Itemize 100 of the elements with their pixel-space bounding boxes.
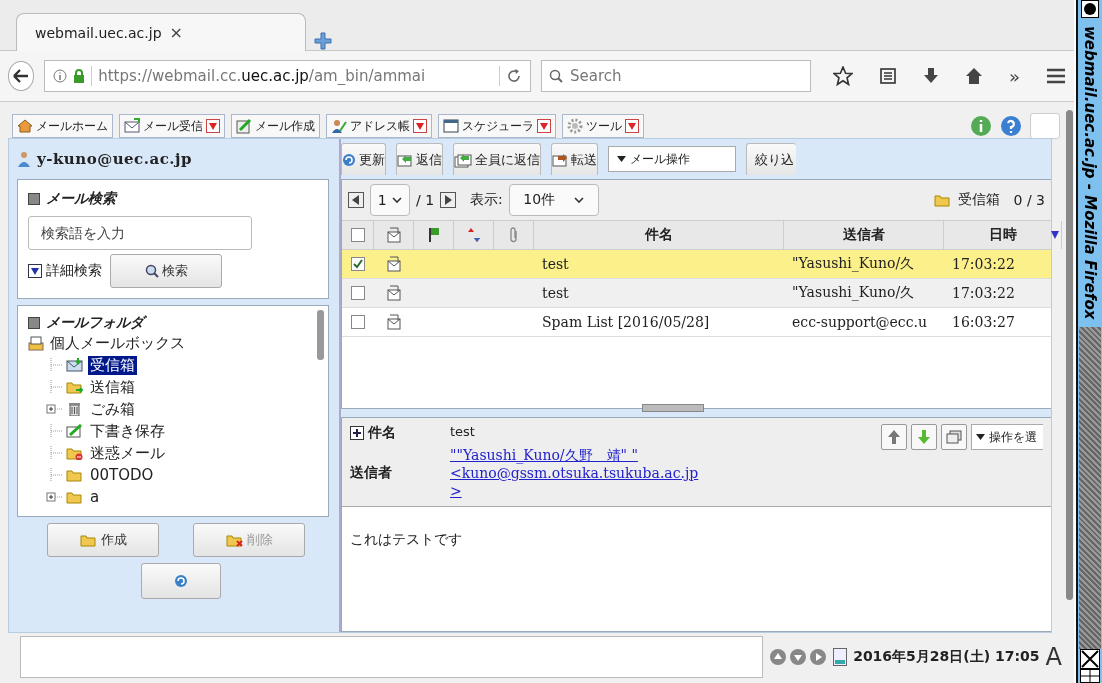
back-button[interactable] [8,61,35,91]
advanced-search-toggle[interactable]: 詳細検索 [28,262,102,280]
down-circle-icon[interactable] [789,648,808,666]
overflow-button[interactable]: » [1009,65,1020,87]
search-field[interactable]: 検索語を入力 [28,216,252,250]
search-field[interactable]: Search [541,60,811,92]
menu-tab[interactable]: アドレス帳 [326,114,432,138]
close-icon[interactable]: × [169,23,293,42]
home-icon[interactable] [965,67,983,85]
close-icon[interactable] [1080,649,1100,669]
status-text: A [1045,643,1062,671]
folder-icon [66,446,84,460]
action-dropdown[interactable]: 操作を選 [971,424,1043,450]
menu-tab[interactable]: メール作成 [231,114,320,138]
window-button[interactable] [941,424,967,450]
mail-action-dropdown[interactable]: メール操作 [608,146,736,172]
menu-tab[interactable]: スケジューラ [438,114,556,138]
window-menu-icon[interactable] [1081,0,1099,18]
folder-icon [933,193,952,207]
forward-button[interactable]: 転送 [551,143,598,175]
dropdown-icon [206,119,220,133]
menu-icon[interactable] [1046,68,1066,84]
sender-link[interactable]: ""Yasushi_Kuno/久野 靖" " <kuno@gssm.otsuka.tsukuba.ac.jp > [450,446,881,500]
message-body: これはテストです [349,530,463,549]
folder-item[interactable]: ごみ箱 [88,399,137,419]
folder-icon [66,490,84,504]
next-button[interactable] [911,424,937,450]
column-header[interactable]: 送信者 [842,226,885,244]
resize-handle[interactable] [642,404,704,412]
reading-list-icon[interactable] [879,67,897,85]
refresh-icon [342,152,356,167]
new-tab-icon[interactable] [314,32,332,50]
address-bar[interactable]: https://webmail.cc.uec.ac.jp/am_bin/ammai [44,60,531,92]
browser-tab[interactable]: webmail.uec.ac.jp × [16,13,306,51]
reply-button[interactable]: 返信 [396,143,443,175]
folder-item[interactable]: 下書き保存 [88,421,167,441]
previous-button[interactable] [881,424,907,450]
scrollbar-thumb[interactable] [317,310,324,360]
page-select[interactable]: 1 [370,184,410,216]
person-icon [17,151,31,167]
search-icon [144,264,159,278]
column-header[interactable]: 件名 [644,226,673,244]
maximize-icon[interactable] [1080,669,1100,683]
reload-icon[interactable] [506,68,522,84]
folder-icon [79,533,98,547]
checkbox[interactable] [351,315,365,329]
reply-all-button[interactable]: 全員に返信 [453,143,541,175]
menu-tab[interactable]: メール受信 [119,114,225,138]
search-button[interactable]: 検索 [110,254,222,288]
folder-item[interactable]: 迷惑メール [88,443,167,463]
checkbox[interactable] [351,286,365,300]
flag-icon [427,227,440,243]
reply-all-icon [454,151,472,168]
filter-button[interactable]: 絞り込 [746,143,796,175]
folder-item[interactable]: 00TODO [88,466,156,484]
folder-name: 受信箱 [957,191,1000,209]
previous-page-icon[interactable] [348,192,364,208]
info-icon[interactable] [970,115,992,137]
checkbox[interactable] [351,257,365,271]
next-page-icon[interactable] [440,192,457,208]
reply-icon [397,152,413,167]
scrollbar-thumb[interactable] [1065,110,1073,600]
column-header[interactable]: 日時 [988,226,1017,244]
pencil-icon [236,118,252,134]
chevron-icon [574,197,585,203]
refresh-button[interactable] [141,563,221,599]
per-page-select[interactable]: 10件 [508,184,599,216]
dropdown-icon [28,264,42,278]
dropdown-icon [625,119,639,133]
message-row[interactable]: test "Yasushi_Kuno/久 17:03:22 [342,250,1051,279]
menu-tab[interactable]: ツール [562,114,644,138]
envelope-icon [124,118,140,134]
dropdown-icon [537,119,551,133]
up-circle-icon[interactable] [769,648,788,666]
subject-text: Spam List [2016/05/28] [542,314,710,330]
paperclip-icon [507,227,520,243]
info-icon [53,69,68,83]
folder-item[interactable]: 個人メールボックス [48,333,187,353]
create-folder-button[interactable]: 作成 [47,523,159,557]
download-icon[interactable] [923,67,939,85]
page-total: / 1 [416,192,435,208]
up-arrow-icon [887,429,901,445]
message-row[interactable]: test "Yasushi_Kuno/久 17:03:22 [342,279,1051,308]
right-circle-icon[interactable] [809,648,828,666]
folder-icon [225,533,244,547]
folder-item[interactable]: a [88,488,102,506]
menu-tab[interactable]: メールホーム [12,114,113,138]
folder-item[interactable]: 受信箱 [88,355,137,375]
sort-icon[interactable] [1051,231,1059,239]
folder-item[interactable]: 送信箱 [88,377,137,397]
expand-icon[interactable] [350,426,364,440]
checkbox[interactable] [350,228,365,242]
account-name: y-kuno@uec.ac.jp [37,150,192,168]
sender-text: ecc-support@ecc.u [792,314,927,330]
sender-text: "Yasushi_Kuno/久 [792,284,915,302]
down-arrow-icon [917,429,931,445]
help-icon[interactable] [1000,115,1022,137]
refresh-button[interactable]: 更新 [341,143,386,175]
chevron-icon [392,197,403,203]
star-icon[interactable] [833,66,853,86]
